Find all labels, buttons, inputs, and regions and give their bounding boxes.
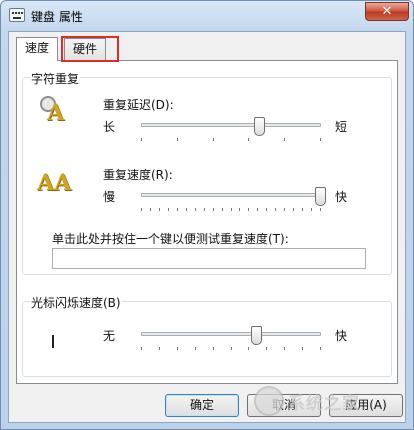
- slider-tick: [150, 208, 151, 211]
- watermark-logo: 系统之家: [254, 384, 399, 418]
- slider-tick: [311, 208, 312, 211]
- repeat-rate-label: 重复速度(R):: [103, 168, 173, 182]
- slider-tick: [231, 208, 232, 211]
- slider-tick: [239, 208, 240, 211]
- slider-ticks: [141, 208, 321, 212]
- slider-tick: [195, 347, 196, 350]
- slider-tick: [177, 208, 178, 211]
- slider-tick: [302, 208, 303, 211]
- close-button[interactable]: ✕: [365, 2, 409, 21]
- slider-tick: [177, 138, 178, 141]
- slider-tick: [320, 138, 321, 141]
- slider-thumb[interactable]: [315, 187, 326, 206]
- slider-tick: [177, 347, 178, 350]
- repeat-delay-label: 重复延迟(D):: [103, 98, 174, 112]
- slider-tick: [284, 138, 285, 141]
- repeat-test-label: 单击此处并按住一个键以便测试重复速度(T):: [52, 232, 289, 246]
- speed-tab-panel: 字符重复 A 重复延迟(D): 长 短 AA 重复速度(R): 慢 快 单击此处…: [16, 60, 398, 384]
- char-repeat-group-title: 字符重复: [30, 70, 81, 87]
- cursor-blink-group: 光标闪烁速度(B) 无 快: [22, 294, 392, 377]
- slider-tick: [257, 208, 258, 211]
- close-icon: ✕: [381, 4, 393, 19]
- slider-tick: [213, 208, 214, 211]
- slider-tick: [168, 208, 169, 211]
- title-bar[interactable]: 键盘 属性 ✕: [1, 1, 413, 31]
- window-title: 键盘 属性: [31, 10, 83, 24]
- slider-tick: [275, 208, 276, 211]
- slider-tick: [141, 208, 142, 211]
- cursor-blink-slider[interactable]: [141, 326, 321, 350]
- repeat-delay-short-label: 短: [335, 120, 348, 134]
- ok-button[interactable]: 确定: [165, 394, 239, 417]
- watermark-circle-icon: [254, 386, 284, 416]
- slider-tick: [213, 138, 214, 141]
- slider-tick: [222, 208, 223, 211]
- slider-tick: [293, 208, 294, 211]
- repeat-delay-long-label: 长: [103, 120, 116, 134]
- tab-highlight-annotation: [61, 36, 119, 62]
- slider-thumb[interactable]: [254, 117, 265, 136]
- slider-tick: [248, 208, 249, 211]
- repeat-rate-slow-label: 慢: [103, 190, 116, 204]
- repeat-test-input[interactable]: [52, 248, 366, 269]
- slider-tick: [141, 138, 142, 141]
- repeat-delay-slider[interactable]: [141, 117, 321, 141]
- dialog-client-area: 速度 硬件 字符重复 A 重复延迟(D): 长 短 AA 重复速度(R): 慢 …: [8, 31, 406, 423]
- slider-tick: [302, 347, 303, 350]
- slider-tick: [266, 347, 267, 350]
- slider-tick: [266, 208, 267, 211]
- slider-tick: [159, 208, 160, 211]
- cursor-blink-none-label: 无: [103, 329, 116, 343]
- slider-ticks: [141, 347, 321, 351]
- slider-tick: [195, 208, 196, 211]
- slider-tick: [320, 347, 321, 350]
- cursor-preview-icon: [52, 335, 54, 348]
- slider-thumb[interactable]: [251, 326, 262, 345]
- letter-a-icon: A: [47, 100, 65, 126]
- slider-tick: [248, 138, 249, 141]
- slider-tick: [213, 347, 214, 350]
- slider-tick: [248, 347, 249, 350]
- slider-tick: [204, 208, 205, 211]
- cursor-blink-group-title: 光标闪烁速度(B): [30, 294, 122, 311]
- slider-tick: [159, 347, 160, 350]
- slider-tick: [284, 347, 285, 350]
- tab-speed[interactable]: 速度: [16, 37, 59, 61]
- char-repeat-group: 字符重复 A 重复延迟(D): 长 短 AA 重复速度(R): 慢 快 单击此处…: [22, 70, 392, 275]
- slider-track: [141, 123, 321, 127]
- slider-ticks: [141, 138, 321, 142]
- repeat-rate-fast-label: 快: [335, 190, 348, 204]
- slider-track: [141, 193, 321, 197]
- cursor-blink-fast-label: 快: [335, 329, 348, 343]
- repeat-rate-slider[interactable]: [141, 187, 326, 211]
- keyboard-properties-window: 键盘 属性 ✕ 速度 硬件 字符重复 A 重复延迟(D): 长 短 AA 重复速…: [0, 0, 414, 430]
- slider-tick: [320, 208, 321, 211]
- slider-tick: [141, 347, 142, 350]
- slider-tick: [186, 208, 187, 211]
- watermark-text: 系统之家: [288, 394, 360, 414]
- ok-button-label: 确定: [189, 398, 214, 412]
- keyboard-icon: [9, 8, 25, 22]
- double-letter-a-icon: AA: [37, 170, 72, 196]
- slider-track: [141, 332, 321, 336]
- slider-tick: [284, 208, 285, 211]
- tab-label: 速度: [25, 41, 50, 55]
- slider-tick: [231, 347, 232, 350]
